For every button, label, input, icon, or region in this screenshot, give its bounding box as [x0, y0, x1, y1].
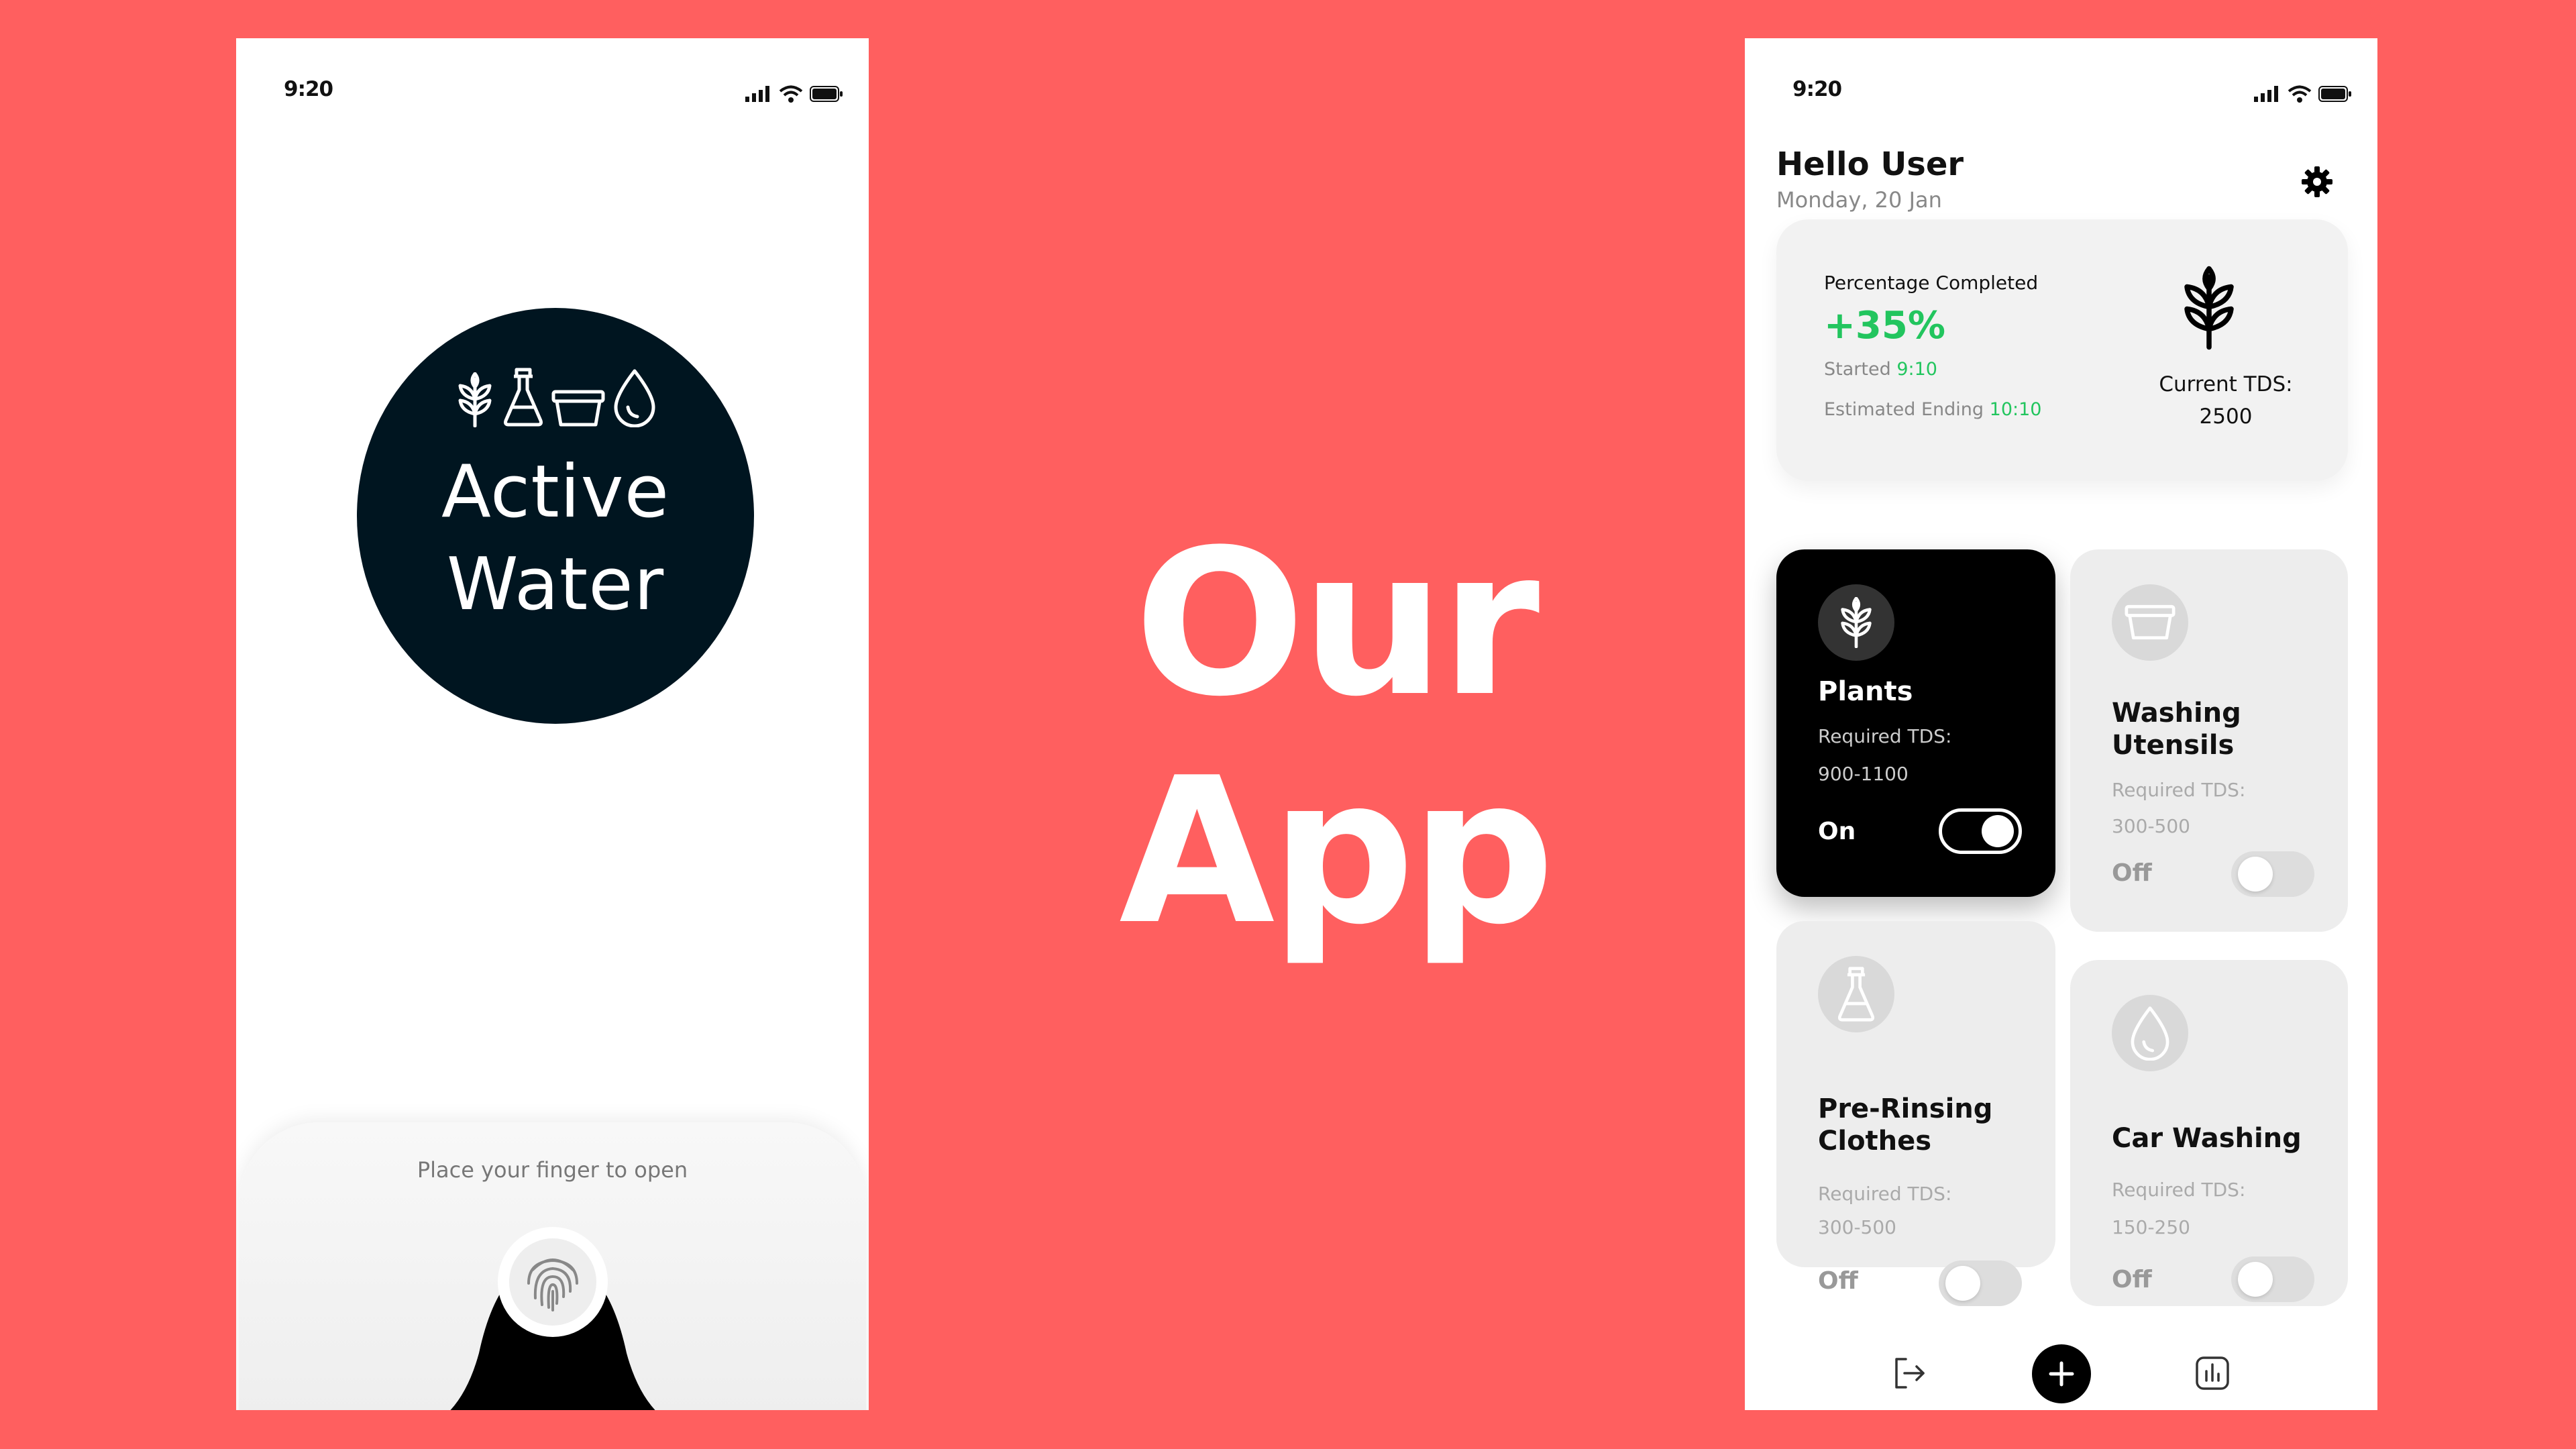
current-tds-value: 2500 [2199, 405, 2253, 429]
progress-title: Percentage Completed [1824, 272, 2039, 294]
stats-icon[interactable] [2194, 1355, 2231, 1391]
login-screen: 9:20 Active Water Place your finger to o… [236, 38, 869, 1410]
toggle-knob [2238, 857, 2273, 892]
battery-icon [810, 86, 843, 102]
tile-state: Off [2112, 859, 2152, 887]
progress-ending: Estimated Ending 10:10 [1824, 399, 2041, 420]
drop-icon [614, 369, 655, 427]
fingerprint-button[interactable] [498, 1227, 608, 1337]
toggle-knob [1945, 1266, 1980, 1301]
tile-required-value: 300-500 [2112, 815, 2190, 837]
logo-title-line2: Water [446, 543, 665, 627]
drop-icon [2131, 1006, 2169, 1061]
wifi-icon [2288, 85, 2312, 103]
tile-car-washing[interactable]: Car Washing Required TDS: 150-250 Off [2070, 960, 2348, 1306]
status-icons [745, 85, 843, 103]
tile-toggle[interactable] [1939, 1260, 2022, 1306]
progress-started: Started 9:10 [1824, 359, 1937, 380]
tile-required-value: 150-250 [2112, 1216, 2190, 1238]
hero-title-line2: App [1119, 735, 1555, 969]
status-time: 9:20 [1792, 77, 1842, 101]
tile-required-value: 300-500 [1818, 1216, 1896, 1238]
battery-icon [2318, 86, 2351, 102]
tile-required-label: Required TDS: [1818, 1183, 1952, 1205]
tile-pre-rinsing-clothes[interactable]: Pre-Rinsing Clothes Required TDS: 300-50… [1776, 921, 2055, 1267]
tile-plants[interactable]: Plants Required TDS: 900-1100 On [1776, 549, 2055, 897]
add-icon[interactable] [2032, 1344, 2091, 1403]
tile-name: Car Washing [2112, 1123, 2302, 1154]
hero-title-line1: Our [1134, 506, 1540, 741]
logout-icon[interactable] [1891, 1355, 1927, 1391]
tile-toggle[interactable] [2231, 851, 2314, 897]
greeting-date: Monday, 20 Jan [1776, 187, 1942, 213]
greeting-title: Hello User [1776, 146, 1964, 183]
tile-name: Washing Utensils [2112, 698, 2241, 761]
tile-required-value: 900-1100 [1818, 763, 1909, 785]
progress-card: Percentage Completed +35% Started 9:10 E… [1776, 219, 2348, 481]
fingerprint-icon [527, 1258, 578, 1311]
tile-toggle[interactable] [2231, 1256, 2314, 1302]
status-icons [2254, 85, 2352, 103]
status-bar: 9:20 [1745, 58, 2377, 103]
ending-label: Estimated Ending [1824, 399, 1984, 420]
tile-required-label: Required TDS: [1818, 725, 1952, 747]
toggle-knob [2238, 1262, 2273, 1297]
tile-toggle[interactable] [1939, 808, 2022, 854]
settings-gear-icon[interactable] [2301, 166, 2333, 198]
logo-title: Active Water [441, 446, 669, 631]
tile-required-label: Required TDS: [2112, 779, 2246, 801]
plant-icon [1841, 597, 1872, 648]
logo-title-line1: Active [441, 450, 670, 534]
unlock-hint: Place your finger to open [417, 1157, 688, 1183]
started-label: Started [1824, 359, 1891, 380]
tile-name: Plants [1818, 676, 1913, 707]
logo-icons [455, 367, 656, 427]
progress-percent: +35% [1824, 304, 1945, 347]
hero-title: Our App [1114, 510, 1556, 966]
ending-time: 10:10 [1989, 399, 2042, 420]
fingerprint-pad[interactable] [509, 1238, 596, 1326]
plant-icon [2184, 266, 2234, 350]
dashboard-screen: 9:20 Hello User Monday, 20 Jan Percentag… [1745, 38, 2377, 1410]
current-tds-label: Current TDS: [2159, 372, 2293, 396]
tile-icon-circle [1818, 584, 1894, 661]
status-bar: 9:20 [236, 58, 869, 103]
greeting: Hello User Monday, 20 Jan [1776, 146, 1964, 213]
wifi-icon [779, 85, 803, 103]
signal-icon [745, 86, 769, 102]
status-time: 9:20 [284, 77, 333, 101]
toggle-knob [1982, 815, 2014, 847]
tile-required-label: Required TDS: [2112, 1179, 2246, 1201]
tile-icon-circle [2112, 584, 2188, 661]
bottom-nav [1745, 1336, 2377, 1410]
started-time: 9:10 [1896, 359, 1937, 380]
tile-icon-circle [2112, 995, 2188, 1071]
tile-icon-circle [1818, 956, 1894, 1032]
tile-state: Off [1818, 1267, 1858, 1295]
tile-state: On [1818, 818, 1856, 845]
basin-icon [2125, 604, 2176, 640]
tile-washing-utensils[interactable]: Washing Utensils Required TDS: 300-500 O… [2070, 549, 2348, 932]
flask-icon [1837, 967, 1875, 1022]
flask-icon [504, 368, 543, 427]
tile-state: Off [2112, 1266, 2152, 1293]
signal-icon [2254, 86, 2278, 102]
basin-icon [551, 390, 605, 427]
tile-name: Pre-Rinsing Clothes [1818, 1093, 1993, 1157]
app-logo: Active Water [357, 308, 754, 724]
plant-icon [458, 372, 492, 427]
